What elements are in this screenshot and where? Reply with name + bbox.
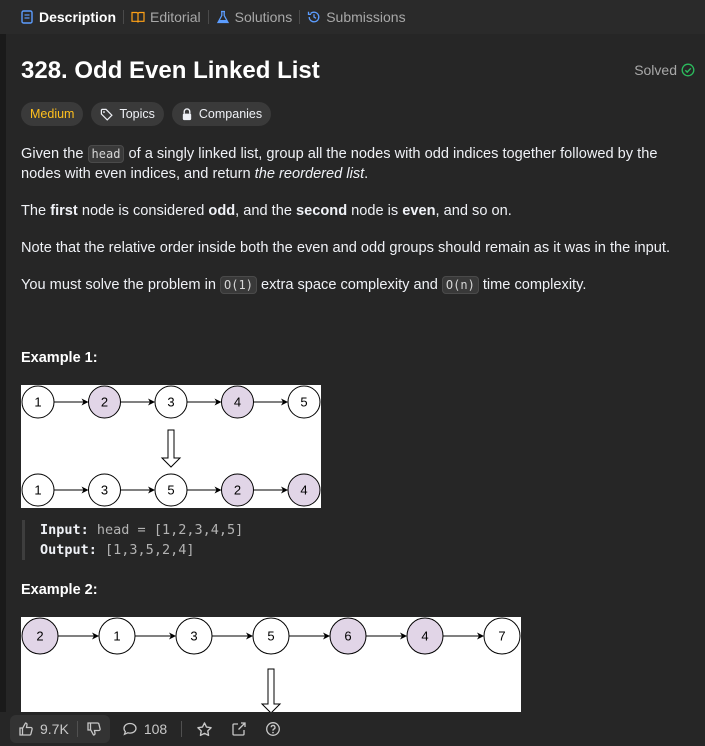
transform-arrow — [260, 668, 282, 714]
node-label: 2 — [101, 395, 108, 410]
description-paragraph: You must solve the problem in O(1) extra… — [21, 276, 587, 294]
problem-description: Given the head of a singly linked list, … — [21, 144, 686, 312]
solved-status: Solved — [634, 62, 695, 78]
tab-divider — [207, 10, 209, 24]
node-label: 5 — [300, 395, 307, 410]
example-1-title: Example 1: — [21, 350, 98, 366]
example-input: Input: head = [1,2,3,4,5] — [40, 522, 244, 538]
example-1-io: Input: head = [1,2,3,4,5] Output: [1,3,5… — [22, 520, 243, 560]
example-output: Output: [1,3,5,2,4] — [40, 542, 195, 558]
description-paragraph: Given the head of a singly linked list, … — [21, 145, 658, 182]
node-label: 2 — [36, 629, 43, 644]
like-divider — [76, 721, 78, 737]
help-button[interactable] — [265, 721, 281, 737]
example-2-title: Example 2: — [21, 582, 98, 598]
tab-solutions[interactable]: Solutions — [216, 9, 293, 25]
tab-divider — [299, 10, 301, 24]
solved-label: Solved — [634, 62, 677, 78]
tab-divider — [123, 10, 125, 24]
thumbs-up-icon — [19, 722, 33, 736]
node-label: 5 — [267, 629, 274, 644]
node-label: 4 — [421, 629, 428, 644]
bottom-action-bar: 9.7K 108 — [0, 712, 705, 746]
inline-code: head — [87, 145, 125, 163]
thumbs-down-icon — [87, 722, 101, 736]
action-divider — [181, 721, 183, 737]
flask-icon — [216, 10, 229, 24]
history-icon — [308, 11, 320, 23]
comments-button[interactable]: 108 — [122, 721, 167, 737]
tab-label: Editorial — [150, 9, 201, 25]
description-paragraph: The first node is considered odd, and th… — [21, 203, 512, 219]
tag-chips: Medium Topics Companies — [21, 102, 272, 126]
companies-label: Companies — [198, 107, 263, 121]
like-count: 9.7K — [40, 721, 69, 737]
tab-bar: Description Editorial Solutions Submissi… — [0, 0, 705, 34]
topics-label: Topics — [119, 107, 155, 121]
node-label: 5 — [167, 483, 174, 498]
node-label: 1 — [34, 395, 41, 410]
problem-panel: 328. Odd Even Linked List Solved Medium … — [6, 34, 705, 746]
example-1-diagram: 1 2 3 4 5 1 3 5 2 4 — [21, 385, 321, 508]
node-label: 2 — [234, 483, 241, 498]
companies-button[interactable]: Companies — [171, 102, 272, 126]
problem-title: 328. Odd Even Linked List — [21, 57, 320, 84]
node-label: 3 — [167, 395, 174, 410]
description-paragraph: Note that the relative order inside both… — [21, 240, 671, 256]
inline-code: O(1) — [220, 276, 257, 294]
tab-label: Submissions — [326, 9, 406, 25]
like-group: 9.7K — [10, 715, 110, 743]
difficulty-badge[interactable]: Medium — [21, 102, 84, 126]
inline-code: O(n) — [441, 276, 479, 294]
share-icon — [232, 722, 246, 736]
tab-editorial[interactable]: Editorial — [131, 9, 201, 25]
node-label: 3 — [190, 629, 197, 644]
node-label: 6 — [344, 629, 351, 644]
tab-label: Solutions — [234, 9, 293, 25]
tab-label: Description — [39, 9, 117, 25]
tag-icon — [101, 108, 114, 121]
node-label: 1 — [113, 629, 120, 644]
node-label: 4 — [234, 395, 241, 410]
like-button[interactable]: 9.7K — [18, 721, 69, 737]
help-icon — [266, 722, 281, 736]
star-icon — [197, 721, 212, 736]
favorite-button[interactable] — [196, 721, 213, 738]
tab-description[interactable]: Description — [20, 9, 116, 25]
book-icon — [131, 11, 145, 23]
description-icon — [21, 10, 33, 24]
node-label: 7 — [498, 629, 505, 644]
node-label: 4 — [300, 483, 307, 498]
example-2-diagram: 2 1 3 5 6 4 7 — [21, 617, 521, 717]
tab-submissions[interactable]: Submissions — [307, 9, 406, 25]
node-label: 1 — [34, 483, 41, 498]
comment-count: 108 — [143, 721, 168, 737]
dislike-button[interactable] — [86, 721, 102, 737]
topics-button[interactable]: Topics — [91, 102, 164, 126]
share-button[interactable] — [231, 721, 247, 737]
check-circle-icon — [681, 63, 695, 77]
transform-arrow — [160, 429, 182, 468]
node-label: 3 — [101, 483, 108, 498]
lock-icon — [182, 107, 192, 120]
comment-icon — [123, 722, 137, 736]
